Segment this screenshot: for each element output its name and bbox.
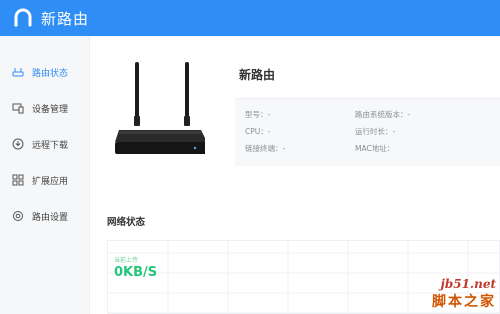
upload-speed-value: 0KB/S	[114, 265, 158, 280]
router-name: 新路由	[239, 68, 276, 82]
sidebar-item-label: 路由状态	[32, 68, 69, 79]
download-icon	[12, 138, 24, 150]
router-firmware-version: 路由系统版本：-	[355, 110, 411, 119]
router-model: 型号：-	[245, 110, 271, 119]
logo-icon	[13, 8, 33, 28]
sidebar-item-device-management[interactable]: 设备管理	[0, 90, 89, 126]
main-content: 新路由 型号：- 路由系统版本：- CPU：- 运行时长：- 链接终端：- MA…	[91, 36, 500, 314]
sidebar: 路由状态 设备管理 远程下载 扩展应用 路由设置	[0, 36, 90, 314]
router-cpu: CPU：-	[245, 127, 271, 136]
sidebar-item-remote-download[interactable]: 远程下载	[0, 126, 89, 162]
sidebar-item-router-settings[interactable]: 路由设置	[0, 198, 89, 234]
router-image	[105, 58, 207, 158]
top-bar: 新路由	[0, 0, 500, 36]
sidebar-item-label: 远程下载	[32, 140, 69, 151]
router-mac-address: MAC地址：	[355, 144, 395, 153]
devices-icon	[12, 102, 24, 114]
network-status-title: 网络状态	[107, 217, 146, 228]
sidebar-item-label: 设备管理	[32, 104, 69, 115]
watermark-url: jb51.net	[440, 277, 496, 291]
sidebar-item-label: 路由设置	[32, 212, 69, 223]
sidebar-item-extended-apps[interactable]: 扩展应用	[0, 162, 89, 198]
settings-icon	[12, 210, 24, 222]
upload-speed-label: 当前上传	[114, 257, 139, 264]
router-icon	[12, 66, 24, 78]
router-info-panel: 型号：- 路由系统版本：- CPU：- 运行时长：- 链接终端：- MAC地址：	[235, 98, 500, 166]
app-title: 新路由	[41, 9, 90, 28]
watermark-site-name: 脚本之家	[432, 294, 496, 310]
apps-icon	[12, 174, 24, 186]
sidebar-item-router-status[interactable]: 路由状态	[0, 54, 89, 90]
router-uptime: 运行时长：-	[355, 127, 396, 136]
sidebar-item-label: 扩展应用	[32, 176, 69, 187]
watermark: jb51.net 脚本之家	[432, 277, 496, 311]
router-connected-clients: 链接终端：-	[245, 144, 286, 153]
